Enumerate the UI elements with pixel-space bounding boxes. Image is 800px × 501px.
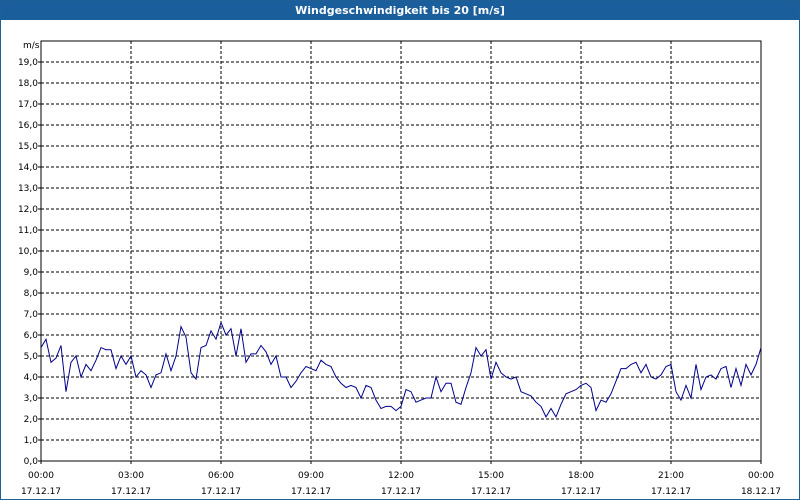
- y-tick-label: 9,0: [24, 268, 39, 278]
- x-tick-date-label: 17.12.17: [201, 487, 241, 497]
- y-tick-label: 8,0: [24, 289, 39, 299]
- y-axis-unit-label: m/s: [23, 41, 40, 51]
- x-tick-date-label: 18.12.17: [741, 487, 781, 497]
- x-tick-date-label: 17.12.17: [381, 487, 421, 497]
- x-tick-date-label: 17.12.17: [561, 487, 601, 497]
- x-tick-date-label: 17.12.17: [111, 487, 151, 497]
- y-tick-label: 18,0: [18, 79, 38, 89]
- y-tick-label: 17,0: [18, 100, 38, 110]
- x-tick-date-label: 17.12.17: [291, 487, 331, 497]
- x-tick-time-label: 18:00: [568, 471, 594, 481]
- y-tick-label: 7,0: [24, 310, 39, 320]
- y-tick-label: 6,0: [24, 331, 39, 341]
- y-tick-label: 11,0: [18, 226, 38, 236]
- chart-window: Windgeschwindigkeit bis 20 [m/s] m/s 0,0…: [0, 0, 800, 500]
- x-tick-time-label: 00:00: [28, 471, 54, 481]
- y-tick-label: 19,0: [18, 58, 38, 68]
- y-tick-label: 13,0: [18, 184, 38, 194]
- x-tick-time-label: 15:00: [478, 471, 504, 481]
- x-tick-time-label: 12:00: [388, 471, 414, 481]
- y-tick-label: 5,0: [24, 352, 39, 362]
- wind-speed-chart: m/s 0,0 1,0 2,0 3,0 4,0 5,0 6,0 7,0 8,0 9,0 10,0 11…: [18, 40, 781, 497]
- x-tick-date-label: 17.12.17: [651, 487, 691, 497]
- y-tick-label: 15,0: [18, 142, 38, 152]
- y-tick-label: 4,0: [24, 373, 39, 383]
- y-tick-label: 10,0: [18, 247, 38, 257]
- y-tick-label: 2,0: [24, 415, 39, 425]
- y-tick-label: 12,0: [18, 205, 38, 215]
- x-tick-time-label: 00:00: [748, 471, 774, 481]
- y-tick-label: 1,0: [24, 436, 39, 446]
- y-tick-label: 0,0: [24, 457, 39, 467]
- x-tick-date-label: 17.12.17: [471, 487, 511, 497]
- y-tick-label: 14,0: [18, 163, 38, 173]
- x-tick-time-label: 03:00: [118, 471, 144, 481]
- y-tick-label: 3,0: [24, 394, 39, 404]
- x-tick-time-label: 21:00: [658, 471, 684, 481]
- x-tick-time-label: 06:00: [208, 471, 234, 481]
- y-tick-label: 16,0: [18, 121, 38, 131]
- x-tick-time-label: 09:00: [298, 471, 324, 481]
- x-tick-date-label: 17.12.17: [21, 487, 61, 497]
